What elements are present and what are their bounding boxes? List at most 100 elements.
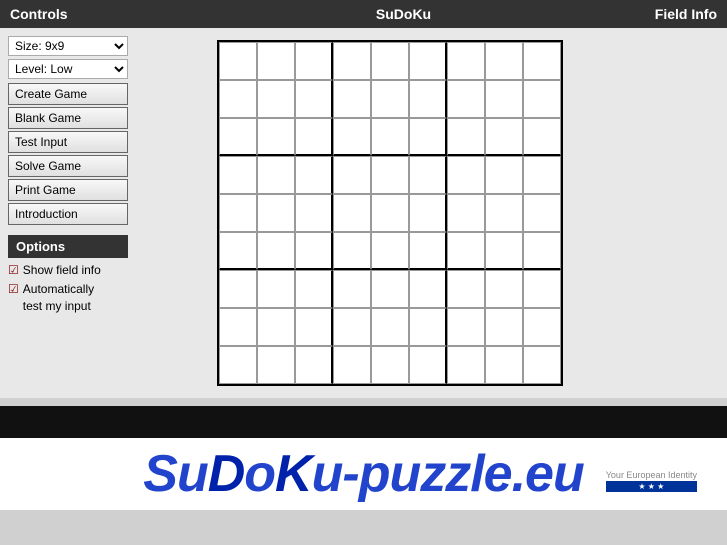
- sudoku-cell[interactable]: [219, 194, 257, 232]
- sudoku-cell[interactable]: [333, 194, 371, 232]
- sudoku-cell[interactable]: [371, 232, 409, 270]
- sudoku-cell[interactable]: [523, 232, 561, 270]
- sudoku-cell[interactable]: [295, 308, 333, 346]
- auto-test-option: ☑ Automaticallytest my input: [8, 281, 203, 315]
- show-field-info-checkbox[interactable]: ☑: [8, 263, 19, 277]
- sudoku-cell[interactable]: [257, 308, 295, 346]
- sudoku-cell[interactable]: [409, 156, 447, 194]
- sudoku-cell[interactable]: [409, 194, 447, 232]
- eu-badge: ★ ★ ★: [606, 481, 697, 492]
- sudoku-cell[interactable]: [219, 308, 257, 346]
- sudoku-cell[interactable]: [371, 308, 409, 346]
- sudoku-cell[interactable]: [295, 270, 333, 308]
- sudoku-cell[interactable]: [219, 156, 257, 194]
- options-list: ☑ Show field info ☑ Automaticallytest my…: [8, 262, 203, 314]
- create-game-button[interactable]: Create Game: [8, 83, 128, 105]
- sudoku-cell[interactable]: [371, 346, 409, 384]
- sudoku-cell[interactable]: [219, 80, 257, 118]
- sudoku-cell[interactable]: [523, 156, 561, 194]
- show-field-info-option: ☑ Show field info: [8, 262, 203, 279]
- sudoku-cell[interactable]: [485, 270, 523, 308]
- sudoku-cell[interactable]: [523, 118, 561, 156]
- sudoku-cell[interactable]: [257, 194, 295, 232]
- sudoku-cell[interactable]: [257, 270, 295, 308]
- sudoku-cell[interactable]: [447, 232, 485, 270]
- sudoku-cell[interactable]: [333, 118, 371, 156]
- sudoku-cell[interactable]: [371, 42, 409, 80]
- sudoku-cell[interactable]: [333, 42, 371, 80]
- sudoku-cell[interactable]: [447, 270, 485, 308]
- sudoku-cell[interactable]: [485, 80, 523, 118]
- sudoku-cell[interactable]: [485, 308, 523, 346]
- sudoku-cell[interactable]: [409, 118, 447, 156]
- sudoku-cell[interactable]: [409, 232, 447, 270]
- sudoku-cell[interactable]: [257, 80, 295, 118]
- sudoku-cell[interactable]: [257, 42, 295, 80]
- sudoku-cell[interactable]: [409, 270, 447, 308]
- sudoku-cell[interactable]: [523, 346, 561, 384]
- sudoku-cell[interactable]: [257, 346, 295, 384]
- sudoku-cell[interactable]: [409, 308, 447, 346]
- solve-game-button[interactable]: Solve Game: [8, 155, 128, 177]
- sudoku-cell[interactable]: [447, 156, 485, 194]
- sudoku-cell[interactable]: [485, 194, 523, 232]
- size-select[interactable]: Size: 9x9 Size: 4x4 Size: 16x16: [8, 36, 128, 56]
- sudoku-cell[interactable]: [295, 118, 333, 156]
- sudoku-cell[interactable]: [485, 232, 523, 270]
- sudoku-cell[interactable]: [447, 118, 485, 156]
- left-panel: Size: 9x9 Size: 4x4 Size: 16x16 Level: L…: [8, 36, 203, 390]
- sudoku-cell[interactable]: [371, 156, 409, 194]
- sudoku-cell[interactable]: [333, 80, 371, 118]
- sudoku-cell[interactable]: [257, 118, 295, 156]
- sudoku-cell[interactable]: [333, 308, 371, 346]
- sudoku-cell[interactable]: [295, 156, 333, 194]
- sudoku-cell[interactable]: [219, 346, 257, 384]
- main-content: Size: 9x9 Size: 4x4 Size: 16x16 Level: L…: [0, 28, 727, 398]
- sudoku-cell[interactable]: [523, 270, 561, 308]
- sudoku-cell[interactable]: [219, 42, 257, 80]
- sudoku-cell[interactable]: [371, 118, 409, 156]
- sudoku-cell[interactable]: [409, 346, 447, 384]
- auto-test-checkbox[interactable]: ☑: [8, 282, 19, 296]
- test-input-button[interactable]: Test Input: [8, 131, 128, 153]
- sudoku-cell[interactable]: [523, 308, 561, 346]
- sudoku-cell[interactable]: [295, 80, 333, 118]
- sudoku-cell[interactable]: [485, 118, 523, 156]
- sudoku-cell[interactable]: [257, 156, 295, 194]
- sudoku-cell[interactable]: [523, 42, 561, 80]
- sudoku-cell[interactable]: [295, 194, 333, 232]
- logo-text: SuDoKu-puzzle.eu: [20, 448, 707, 500]
- sudoku-cell[interactable]: [523, 80, 561, 118]
- sudoku-cell[interactable]: [295, 42, 333, 80]
- sudoku-cell[interactable]: [447, 194, 485, 232]
- sudoku-cell[interactable]: [333, 156, 371, 194]
- sudoku-cell[interactable]: [485, 346, 523, 384]
- sudoku-grid: [217, 40, 563, 386]
- level-select[interactable]: Level: Low Level: Medium Level: High: [8, 59, 128, 79]
- sudoku-cell[interactable]: [447, 346, 485, 384]
- sudoku-cell[interactable]: [219, 232, 257, 270]
- sudoku-cell[interactable]: [447, 42, 485, 80]
- sudoku-cell[interactable]: [447, 308, 485, 346]
- sudoku-cell[interactable]: [371, 194, 409, 232]
- sudoku-cell[interactable]: [371, 80, 409, 118]
- sudoku-cell[interactable]: [409, 80, 447, 118]
- sudoku-cell[interactable]: [295, 346, 333, 384]
- sudoku-cell[interactable]: [219, 118, 257, 156]
- sudoku-cell[interactable]: [219, 270, 257, 308]
- sudoku-cell[interactable]: [447, 80, 485, 118]
- sudoku-cell[interactable]: [485, 156, 523, 194]
- sudoku-cell[interactable]: [333, 270, 371, 308]
- sudoku-cell[interactable]: [409, 42, 447, 80]
- blank-game-button[interactable]: Blank Game: [8, 107, 128, 129]
- sudoku-cell[interactable]: [333, 232, 371, 270]
- sudoku-cell[interactable]: [333, 346, 371, 384]
- print-game-button[interactable]: Print Game: [8, 179, 128, 201]
- sudoku-cell[interactable]: [371, 270, 409, 308]
- sudoku-cell[interactable]: [485, 42, 523, 80]
- sudoku-cell[interactable]: [295, 232, 333, 270]
- introduction-button[interactable]: Introduction: [8, 203, 128, 225]
- footer: SuDoKu-puzzle.eu Your European Identity …: [0, 438, 727, 510]
- sudoku-cell[interactable]: [257, 232, 295, 270]
- sudoku-cell[interactable]: [523, 194, 561, 232]
